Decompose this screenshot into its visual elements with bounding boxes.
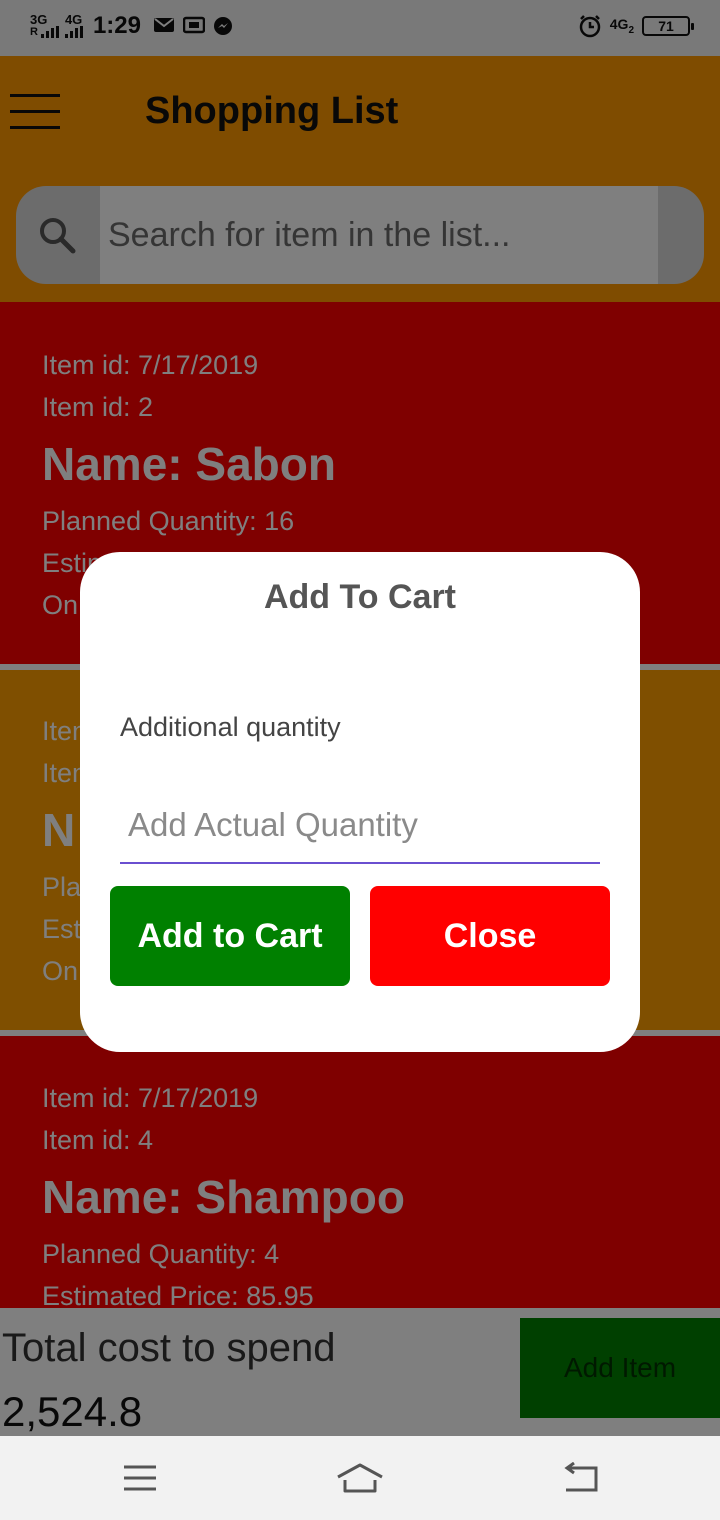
actual-quantity-input[interactable] [120,788,600,864]
back-icon[interactable] [555,1456,605,1500]
home-icon[interactable] [335,1456,385,1500]
dialog-title: Add To Cart [263,578,456,616]
add-to-cart-button[interactable]: Add to Cart [110,886,350,986]
close-button[interactable]: Close [370,886,610,986]
menu-icon[interactable] [115,1456,165,1500]
additional-quantity-label: Additional quantity [120,712,341,742]
navigation-bar [0,1436,720,1520]
add-to-cart-dialog: Add To Cart Additional quantity Add to C… [80,552,640,1052]
